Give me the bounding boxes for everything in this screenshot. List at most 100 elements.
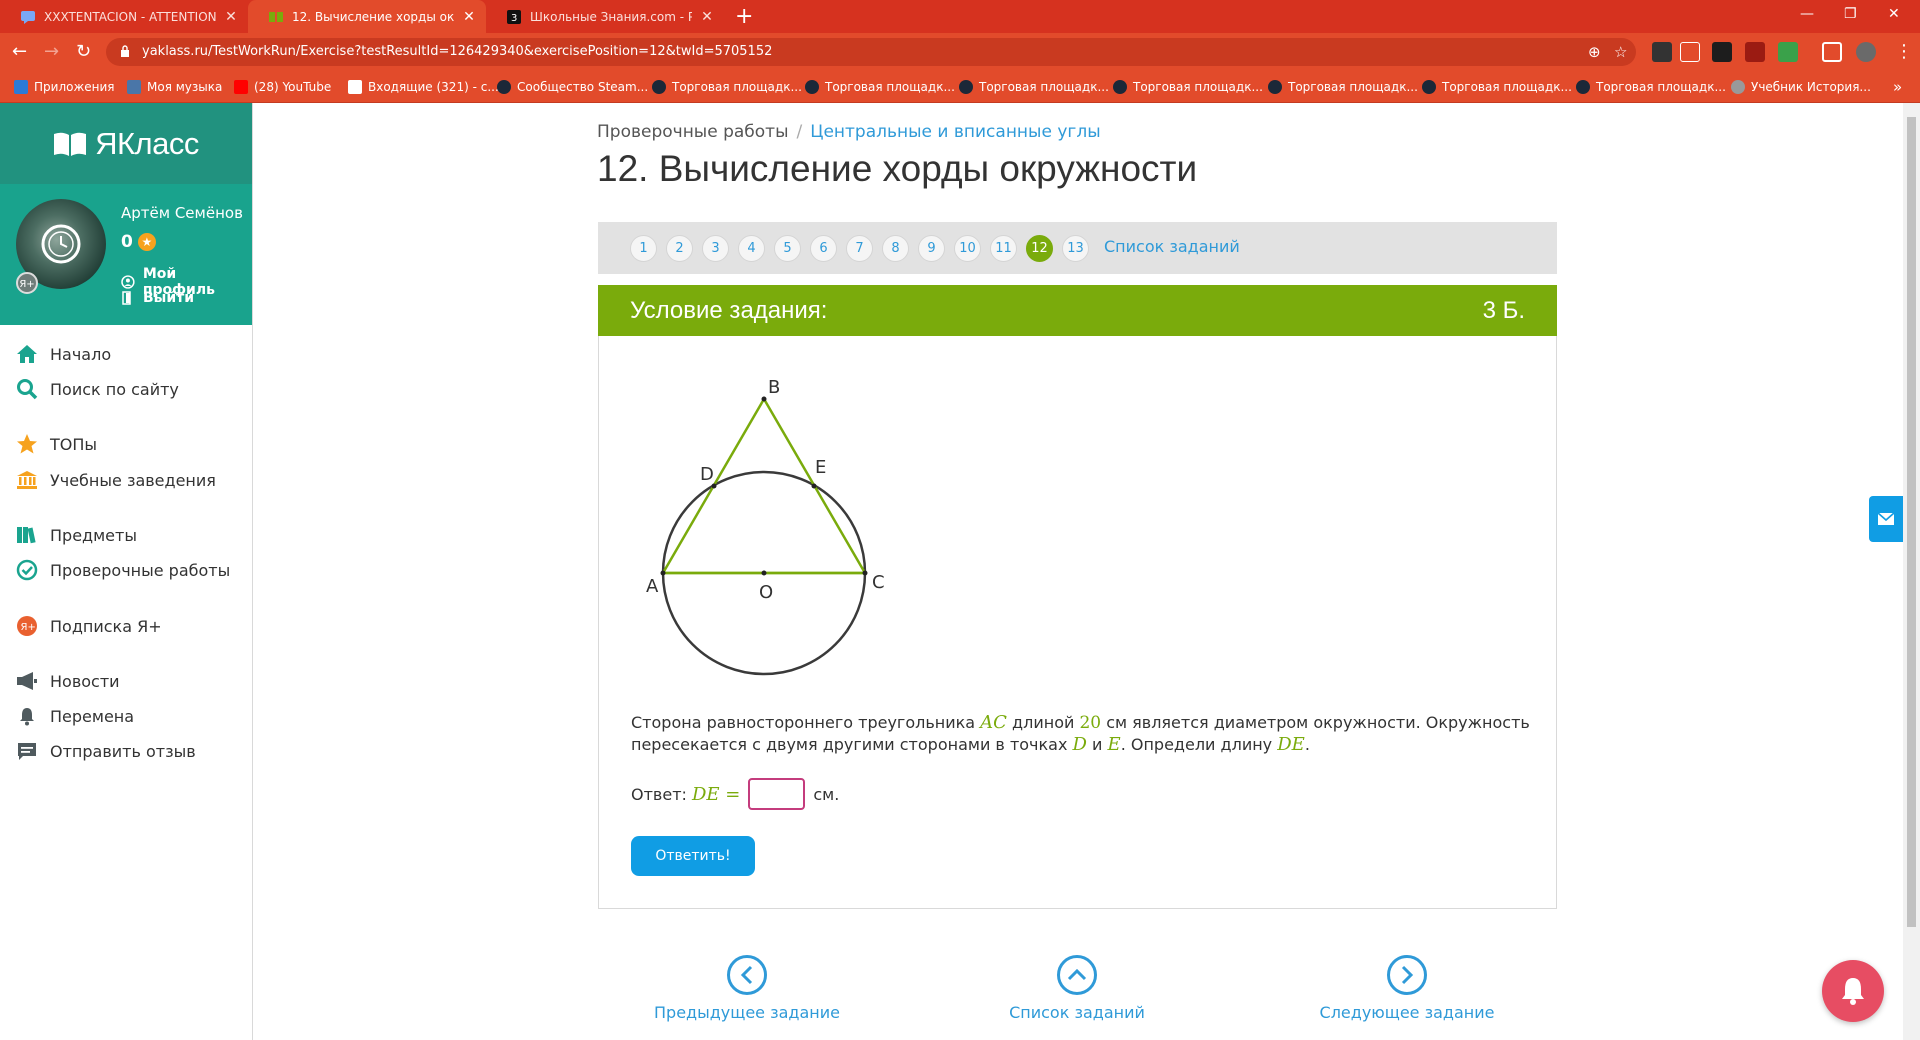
sidebar-item-search[interactable]: Поиск по сайту xyxy=(16,378,179,400)
previous-task-link[interactable]: Предыдущее задание xyxy=(637,955,857,1022)
address-bar[interactable]: yaklass.ru/TestWorkRun/Exercise?testResu… xyxy=(106,38,1636,66)
bookmark-item[interactable]: Учебник История... xyxy=(1731,71,1871,103)
sidebar-item-subjects[interactable]: Предметы xyxy=(16,524,137,546)
feedback-mail-button[interactable] xyxy=(1869,496,1903,542)
globe-icon xyxy=(1731,80,1745,94)
bookmark-item[interactable]: Торговая площадк... xyxy=(652,71,802,103)
label-a: A xyxy=(646,576,659,597)
sidebar-item-subscription[interactable]: Я+ Подписка Я+ xyxy=(16,615,162,637)
reload-icon[interactable]: ↻ xyxy=(76,41,91,62)
bookmark-star-icon[interactable]: ☆ xyxy=(1614,43,1627,61)
steam-icon xyxy=(497,80,511,94)
label-e: E xyxy=(815,457,826,478)
adblock-icon[interactable] xyxy=(1745,42,1765,62)
task-number-7[interactable]: 7 xyxy=(846,235,873,262)
extension-icon[interactable] xyxy=(1712,42,1732,62)
bookmark-apps[interactable]: Приложения xyxy=(14,71,115,103)
tab-title: Школьные Знания.com - Решаем xyxy=(530,9,692,24)
sidebar-item-break[interactable]: Перемена xyxy=(16,705,134,727)
maximize-icon[interactable]: ❐ xyxy=(1844,6,1857,22)
back-icon[interactable]: ← xyxy=(12,41,27,62)
task-number-2[interactable]: 2 xyxy=(666,235,693,262)
bookmark-item[interactable]: Торговая площадк... xyxy=(959,71,1109,103)
task-number-6[interactable]: 6 xyxy=(810,235,837,262)
task-number-9[interactable]: 9 xyxy=(918,235,945,262)
breadcrumb-root[interactable]: Проверочные работы xyxy=(597,122,789,142)
sidebar-item-home[interactable]: Начало xyxy=(16,343,111,365)
sidebar-item-feedback[interactable]: Отправить отзыв xyxy=(16,740,196,762)
minimize-icon[interactable]: — xyxy=(1800,6,1814,22)
reading-list-icon[interactable] xyxy=(1822,42,1842,62)
task-list-link[interactable]: Список заданий xyxy=(1104,237,1240,256)
apps-grid-icon xyxy=(14,80,28,94)
submit-answer-button[interactable]: Ответить! xyxy=(631,836,755,876)
bookmarks-more-button[interactable]: » xyxy=(1893,71,1902,103)
label-c: C xyxy=(872,572,885,593)
task-header-title: Условие задания: xyxy=(630,297,828,324)
extension-icon[interactable] xyxy=(1778,42,1798,62)
extension-icon[interactable] xyxy=(1652,42,1672,62)
menu-dots-icon[interactable]: ⋮ xyxy=(1895,41,1913,62)
bookmark-item[interactable]: Торговая площадк... xyxy=(1268,71,1418,103)
profile-avatar-icon[interactable] xyxy=(1856,42,1876,62)
url-text: yaklass.ru/TestWorkRun/Exercise?testResu… xyxy=(142,44,773,59)
sidebar-item-institutions[interactable]: Учебные заведения xyxy=(16,469,216,491)
browser-tab[interactable]: XXXTENTACION - ATTENTION ✕ xyxy=(0,0,248,33)
task-number-nav: 1 2 3 4 5 6 7 8 9 10 11 12 13 Список зад… xyxy=(598,222,1557,274)
check-circle-icon xyxy=(16,559,38,581)
notifications-button[interactable] xyxy=(1822,960,1884,1022)
close-icon[interactable]: ✕ xyxy=(462,9,476,25)
task-number-1[interactable]: 1 xyxy=(630,235,657,262)
answer-unit: см. xyxy=(813,784,840,804)
add-icon[interactable]: ⊕ xyxy=(1588,43,1601,61)
bookmark-item[interactable]: Торговая площадк... xyxy=(1576,71,1726,103)
bookmark-item[interactable]: Моя музыка xyxy=(127,71,222,103)
logo[interactable]: ЯКласс xyxy=(0,103,252,184)
scrollbar[interactable] xyxy=(1903,103,1920,1040)
sidebar: ЯКласс Я+ Артём Семёнов 0 ★ Мой профиль … xyxy=(0,103,253,1040)
sidebar-item-news[interactable]: Новости xyxy=(16,670,120,692)
task-number-11[interactable]: 11 xyxy=(990,235,1017,262)
task-list-bottom-link[interactable]: Список заданий xyxy=(967,955,1187,1022)
task-number-12-current[interactable]: 12 xyxy=(1026,235,1053,262)
sidebar-item-tests[interactable]: Проверочные работы xyxy=(16,559,230,581)
lock-icon xyxy=(121,45,129,57)
task-number-5[interactable]: 5 xyxy=(774,235,801,262)
next-task-link[interactable]: Следующее задание xyxy=(1297,955,1517,1022)
answer-label: Ответ: xyxy=(631,784,687,804)
task-header: Условие задания: 3 Б. xyxy=(598,285,1557,336)
download-icon[interactable] xyxy=(1680,42,1700,62)
profile-icon xyxy=(121,275,135,289)
bookmark-item[interactable]: Сообщество Steam... xyxy=(497,71,648,103)
forward-icon[interactable]: → xyxy=(44,41,59,62)
star-icon xyxy=(16,433,38,455)
window-close-icon[interactable]: ✕ xyxy=(1888,6,1900,22)
breadcrumb-separator: / xyxy=(796,122,803,142)
answer-input[interactable] xyxy=(748,778,806,810)
breadcrumb-current[interactable]: Центральные и вписанные углы xyxy=(810,122,1100,142)
bookmark-item[interactable]: Входящие (321) - c... xyxy=(348,71,499,103)
browser-toolbar: ← → ↻ yaklass.ru/TestWorkRun/Exercise?te… xyxy=(0,33,1920,71)
books-icon xyxy=(16,524,38,546)
bookmark-item[interactable]: Торговая площадк... xyxy=(805,71,955,103)
new-tab-button[interactable]: + xyxy=(735,4,753,29)
task-number-13[interactable]: 13 xyxy=(1062,235,1089,262)
browser-tab-active[interactable]: 12. Вычисление хорды окружности ✕ xyxy=(248,0,486,33)
bookmark-item[interactable]: Торговая площадк... xyxy=(1422,71,1572,103)
label-b: B xyxy=(768,377,780,398)
logout-link[interactable]: Выйти xyxy=(121,290,194,306)
close-icon[interactable]: ✕ xyxy=(224,9,238,25)
close-icon[interactable]: ✕ xyxy=(700,9,714,25)
task-number-3[interactable]: 3 xyxy=(702,235,729,262)
scrollbar-thumb[interactable] xyxy=(1907,117,1916,927)
task-number-10[interactable]: 10 xyxy=(954,235,981,262)
bookmark-item[interactable]: Торговая площадк... xyxy=(1113,71,1263,103)
browser-tab[interactable]: 3 Школьные Знания.com - Решаем ✕ xyxy=(486,0,724,33)
user-points: 0 ★ xyxy=(121,232,156,252)
task-number-4[interactable]: 4 xyxy=(738,235,765,262)
subscription-icon: Я+ xyxy=(16,615,38,637)
bookmark-item[interactable]: (28) YouTube xyxy=(234,71,331,103)
sidebar-item-tops[interactable]: ТОПы xyxy=(16,433,97,455)
chat-favicon-icon xyxy=(21,10,35,24)
task-number-8[interactable]: 8 xyxy=(882,235,909,262)
